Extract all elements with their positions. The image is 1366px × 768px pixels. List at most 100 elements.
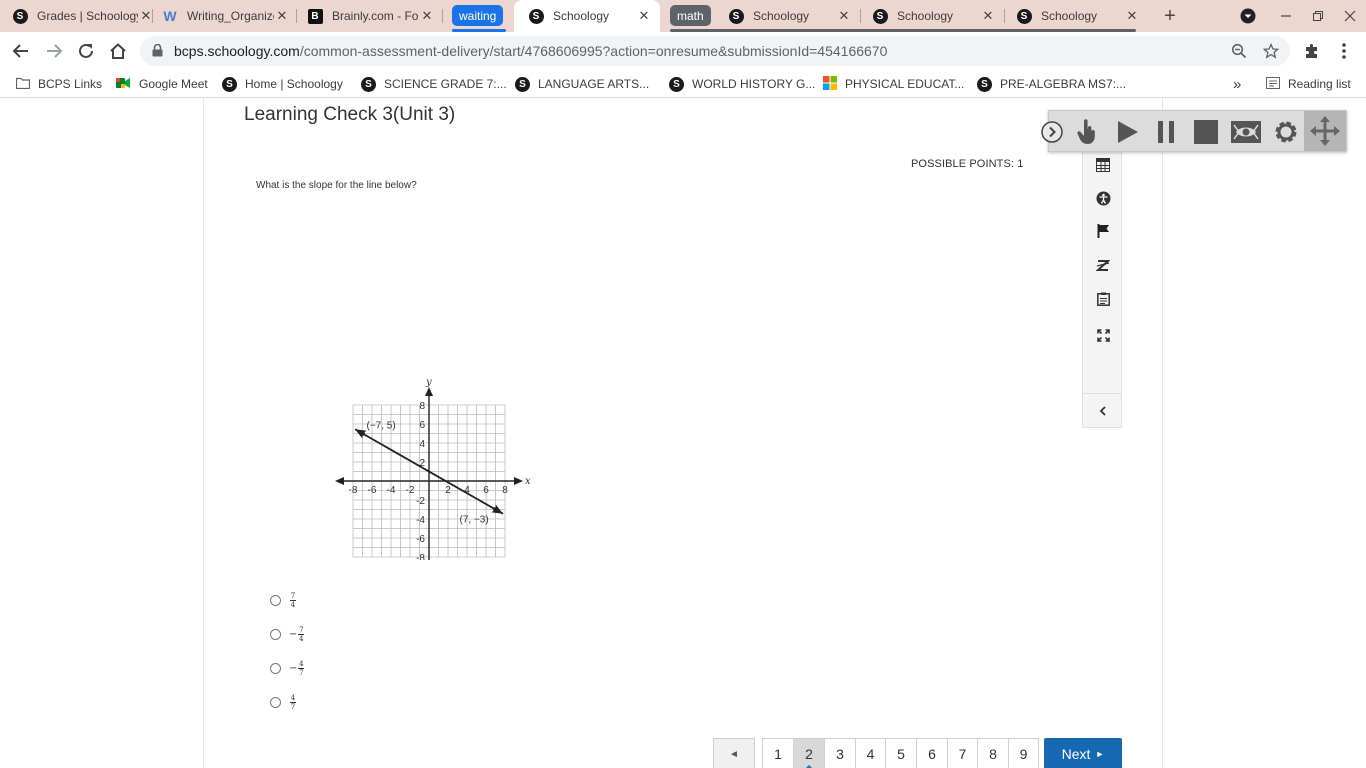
- y-tick-label: 8: [419, 401, 425, 412]
- answer-choice[interactable]: 74: [270, 592, 296, 609]
- x-tick-label: -4: [387, 485, 396, 496]
- calculator-icon[interactable]: [1095, 157, 1111, 173]
- close-icon[interactable]: ✕: [636, 8, 652, 24]
- tab-writing-organizer[interactable]: W Writing_Organizer ✕: [162, 0, 290, 32]
- pause-icon[interactable]: [1150, 116, 1182, 148]
- schoology-icon: S: [515, 76, 530, 92]
- radio-button[interactable]: [270, 663, 281, 674]
- tab-schoology-math-3[interactable]: S Schoology ✕: [1016, 0, 1140, 32]
- x-axis-arrow: [335, 477, 344, 485]
- bookmark-world-history[interactable]: S WORLD HISTORY G...: [669, 76, 815, 92]
- answer-choice[interactable]: −7 4: [270, 626, 305, 643]
- new-tab-button[interactable]: +: [1160, 5, 1180, 27]
- forward-icon[interactable]: [43, 40, 65, 62]
- accessibility-icon[interactable]: [1095, 190, 1111, 206]
- page-button-7[interactable]: 7: [947, 738, 978, 768]
- home-icon[interactable]: [107, 40, 129, 62]
- tab-search-icon[interactable]: [1238, 6, 1258, 26]
- address-bar[interactable]: bcps.schoology.com/common-assessment-del…: [140, 36, 1290, 66]
- tab-schoology-math-2[interactable]: S Schoology ✕: [872, 0, 996, 32]
- question-text: What is the slope for the line below?: [256, 180, 417, 191]
- choice-fraction: −7 4: [289, 626, 305, 643]
- line-arrow-start: [355, 429, 367, 439]
- menu-icon[interactable]: [1333, 40, 1355, 62]
- assessment-page: Learning Check 3(Unit 3) POSSIBLE POINTS…: [0, 98, 1366, 768]
- schoology-icon: S: [528, 8, 544, 24]
- tab-separator: [296, 9, 297, 23]
- page-button-3[interactable]: 3: [824, 738, 856, 768]
- y-tick-label: -4: [416, 515, 425, 526]
- move-toolbar-icon[interactable]: [1304, 111, 1346, 151]
- bookmarks-bar: BCPS Links Google Meet S Home | Schoolog…: [0, 70, 1366, 98]
- point-label: (7, −3): [460, 515, 489, 526]
- tab-schoology-math-1[interactable]: S Schoology ✕: [728, 0, 852, 32]
- bookmark-science[interactable]: S SCIENCE GRADE 7:...: [361, 76, 507, 92]
- bookmark-pre-algebra[interactable]: S PRE-ALGEBRA MS7:...: [977, 76, 1126, 92]
- fullscreen-icon[interactable]: [1095, 327, 1111, 343]
- restore-icon[interactable]: [1308, 6, 1328, 26]
- page-button-9[interactable]: 9: [1008, 738, 1039, 768]
- read-aloud-toolbar: [1041, 110, 1347, 152]
- settings-icon[interactable]: [1270, 116, 1302, 148]
- google-meet-icon: [116, 77, 131, 92]
- close-icon[interactable]: ✕: [836, 8, 852, 24]
- schoology-icon: S: [1016, 8, 1032, 24]
- bookmark-google-meet[interactable]: Google Meet: [116, 76, 208, 92]
- answer-eliminator-icon[interactable]: [1095, 257, 1111, 273]
- radio-button[interactable]: [270, 629, 281, 640]
- reload-icon[interactable]: [75, 40, 97, 62]
- tab-group-math[interactable]: math: [670, 5, 711, 26]
- screen-mask-icon[interactable]: [1230, 116, 1262, 148]
- x-tick-label: -2: [406, 485, 415, 496]
- notepad-icon[interactable]: [1095, 291, 1111, 307]
- bookmarks-overflow-button[interactable]: »: [1233, 76, 1241, 93]
- toolbar-collapse-icon[interactable]: [1041, 121, 1063, 143]
- bookmark-language-arts[interactable]: S LANGUAGE ARTS...: [515, 76, 649, 92]
- tab-grades[interactable]: S Grades | Schoology ✕: [12, 0, 154, 32]
- close-icon[interactable]: ✕: [980, 8, 996, 24]
- schoology-icon: S: [12, 8, 28, 24]
- bookmark-home-schoology[interactable]: S Home | Schoology: [222, 76, 343, 92]
- next-question-button[interactable]: Next ►: [1044, 738, 1122, 768]
- zoom-icon[interactable]: [1230, 42, 1248, 60]
- tab-group-waiting[interactable]: waiting: [452, 5, 504, 26]
- reading-list-button[interactable]: Reading list: [1266, 76, 1351, 92]
- y-tick-label: 6: [419, 420, 425, 431]
- radio-button[interactable]: [270, 595, 281, 606]
- bookmark-star-icon[interactable]: [1262, 42, 1280, 60]
- back-icon[interactable]: [10, 40, 32, 62]
- page-button-5[interactable]: 5: [885, 738, 917, 768]
- previous-question-button[interactable]: ◄: [713, 738, 755, 768]
- close-icon[interactable]: ✕: [1124, 8, 1140, 24]
- stop-icon[interactable]: [1190, 116, 1222, 148]
- tab-separator: [1004, 9, 1005, 23]
- bookmark-physical-education[interactable]: PHYSICAL EDUCAT...: [823, 75, 964, 92]
- close-window-icon[interactable]: [1340, 6, 1360, 26]
- schoology-icon: S: [669, 76, 684, 92]
- tab-schoology-active[interactable]: S Schoology ✕: [514, 0, 660, 32]
- y-tick-label: -6: [416, 534, 425, 545]
- tab-separator: [860, 9, 861, 23]
- close-icon[interactable]: ✕: [419, 8, 435, 24]
- pointer-icon[interactable]: [1071, 116, 1103, 148]
- x-tick-label: 8: [502, 485, 508, 496]
- lock-icon[interactable]: [152, 43, 163, 62]
- page-button-2-current[interactable]: 2: [793, 738, 825, 768]
- answer-choice[interactable]: −4 7: [270, 660, 305, 677]
- play-icon[interactable]: [1111, 116, 1143, 148]
- point-label: (−7, 5): [367, 421, 396, 432]
- choice-fraction: 47: [290, 694, 296, 711]
- radio-button[interactable]: [270, 697, 281, 708]
- answer-choice[interactable]: 47: [270, 694, 296, 711]
- page-button-1[interactable]: 1: [762, 738, 794, 768]
- tab-brainly[interactable]: B Brainly.com - For students ✕: [307, 0, 435, 32]
- close-icon[interactable]: ✕: [274, 8, 290, 24]
- bookmark-bcps-links[interactable]: BCPS Links: [15, 76, 102, 92]
- minimize-icon[interactable]: [1276, 6, 1296, 26]
- page-button-8[interactable]: 8: [977, 738, 1009, 768]
- flag-icon[interactable]: [1095, 223, 1111, 239]
- collapse-icon[interactable]: [1095, 403, 1111, 419]
- page-button-6[interactable]: 6: [916, 738, 948, 768]
- page-button-4[interactable]: 4: [855, 738, 886, 768]
- extensions-icon[interactable]: [1301, 40, 1323, 62]
